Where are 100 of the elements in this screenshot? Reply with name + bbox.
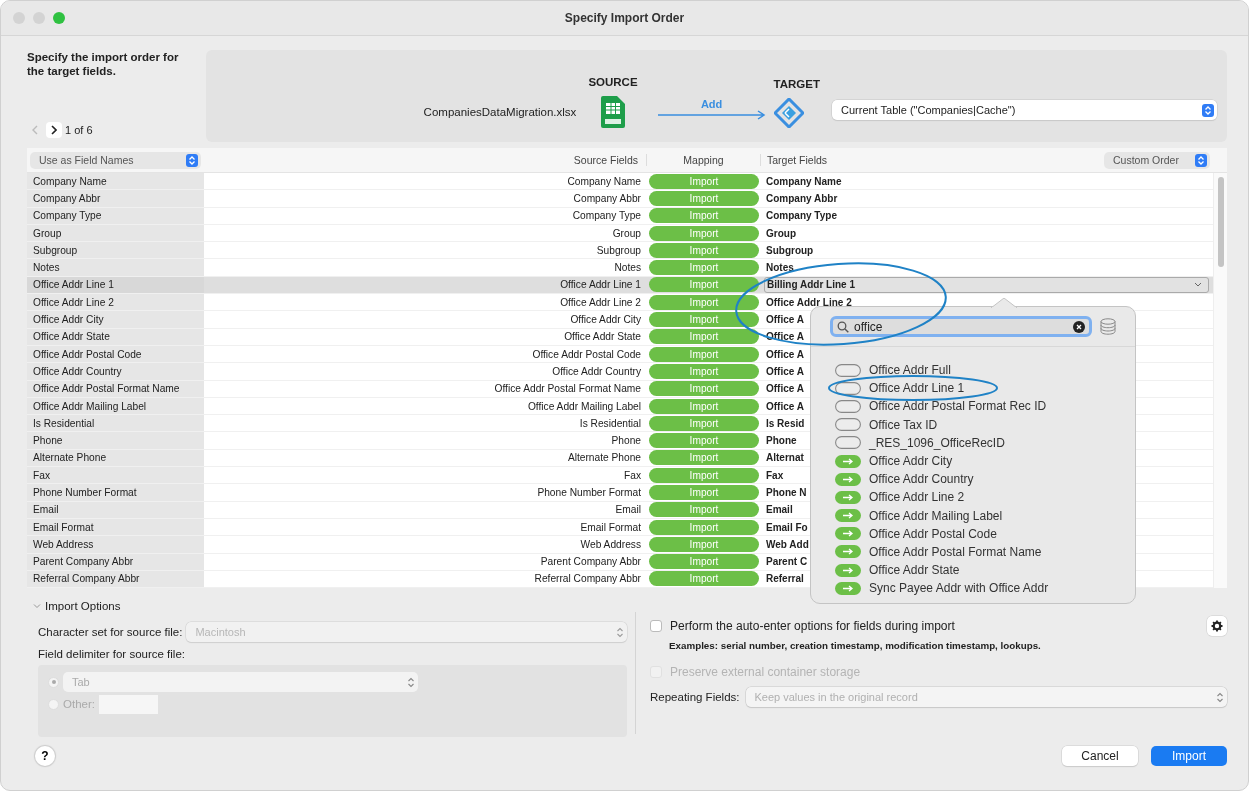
search-icon <box>837 320 849 333</box>
target-field-cell: Company Name <box>766 175 842 187</box>
field-name-cell: Subgroup <box>27 242 204 259</box>
arrow-toggle-icon[interactable] <box>835 490 861 504</box>
arrow-toggle-icon[interactable] <box>835 472 861 486</box>
empty-toggle-icon[interactable] <box>835 399 861 413</box>
field-name-cell: Phone Number Format <box>27 484 204 501</box>
source-field-cell-text: Office Addr State <box>563 331 642 343</box>
stepper-icon <box>407 676 415 688</box>
field-option[interactable]: Office Addr Full <box>869 363 951 378</box>
window-title: Specify Import Order <box>564 11 685 25</box>
zoom-button[interactable] <box>53 12 65 24</box>
source-field-cell-text: Company Type <box>571 210 642 222</box>
section-title: Import Options <box>45 600 121 612</box>
field-option[interactable]: Office Addr City <box>869 454 953 469</box>
source-field-cell-text: Office Addr Postal Format Name <box>493 383 642 395</box>
source-field-cell-text: Email Format <box>579 521 642 533</box>
scrollbar-thumb[interactable] <box>1217 177 1224 267</box>
target-field-cell: Office A <box>766 383 804 395</box>
field-name-cell: Web Address <box>27 536 204 553</box>
chevron-down-icon <box>1194 282 1202 288</box>
table-row[interactable]: Company Name Company Name Import Company Name <box>27 173 1213 191</box>
first-row-dropdown[interactable]: Use as Field Names <box>30 151 201 169</box>
column-header: Target Fields <box>767 154 828 166</box>
source-field-cell-text: Company Abbr <box>572 192 642 204</box>
arrow-toggle-icon[interactable] <box>835 454 861 468</box>
page-indicator: 1 of 6 <box>65 124 93 136</box>
spreadsheet-icon <box>600 96 625 128</box>
gear-icon <box>1211 620 1223 632</box>
target-table-dropdown[interactable]: Current Table ("Companies|Cache") <box>832 100 1217 120</box>
help-button[interactable]: ? <box>35 746 55 766</box>
diamond-logo-icon <box>773 98 804 128</box>
empty-toggle-icon[interactable] <box>835 363 861 377</box>
empty-toggle-icon[interactable] <box>835 418 861 432</box>
field-label: Repeating Fields: <box>650 691 740 703</box>
disclosure-icon[interactable] <box>33 602 41 610</box>
next-button[interactable] <box>46 122 62 138</box>
arrow-toggle-icon[interactable] <box>835 527 861 541</box>
table-row[interactable]: Notes Notes Import Notes <box>27 259 1213 277</box>
field-option[interactable]: _RES_1096_OfficeRecID <box>869 435 1005 450</box>
arrow-toggle-icon[interactable] <box>835 563 861 577</box>
target-field-cell: Parent C <box>766 556 808 568</box>
hint-text: Examples: serial number, creation timestamp, modification timestamp, lookups. <box>669 640 1042 651</box>
field-option[interactable]: Office Tax ID <box>869 417 938 432</box>
column-header: Source Fields <box>204 154 647 166</box>
source-field-cell-text: Alternate Phone <box>566 452 642 464</box>
source-field-cell-text: Referral Company Abbr <box>533 573 642 585</box>
target-field-cell: Web Add <box>766 538 809 550</box>
target-field-cell: Office A <box>766 400 804 412</box>
field-option[interactable]: Office Addr Postal Format Rec ID <box>869 399 1047 414</box>
table-row[interactable]: Group Group Import Group <box>27 224 1213 243</box>
chevron-right-icon <box>51 125 57 135</box>
target-field-cell: Office A <box>766 365 804 377</box>
search-field[interactable]: office <box>830 316 1092 337</box>
target-field-cell: Email Fo <box>766 521 808 533</box>
source-field-cell-text: Phone Number Format <box>536 487 642 498</box>
table-row[interactable]: Subgroup Subgroup Import Subgroup <box>27 242 1213 260</box>
order-dropdown[interactable]: Custom Order <box>1104 151 1210 169</box>
source-field-cell-text: Office Addr City <box>569 314 642 325</box>
arrow-toggle-icon[interactable] <box>835 581 861 595</box>
import-button[interactable]: Import <box>1151 746 1227 766</box>
field-option[interactable]: Office Addr Country <box>869 472 974 487</box>
table-row[interactable]: Company Abbr Company Abbr Import Company Abbr <box>27 190 1213 208</box>
arrow-icon <box>657 110 766 120</box>
target-field-cell: Company Type <box>766 210 837 222</box>
field-label: Field delimiter for source file: <box>37 648 186 660</box>
clear-icon[interactable] <box>1073 320 1085 333</box>
field-name-cell: Company Abbr <box>27 190 204 207</box>
target-field-cell: Notes <box>766 262 794 274</box>
field-name-cell: Is Residential <box>27 415 204 432</box>
arrow-toggle-icon[interactable] <box>835 545 861 559</box>
target-field-cell: Phone <box>766 435 797 447</box>
source-field-cell-text: Office Addr Postal Code <box>531 348 642 360</box>
checkbox[interactable] <box>650 620 662 632</box>
column-header: Mapping <box>647 154 761 166</box>
empty-toggle-icon[interactable] <box>835 381 861 395</box>
field-name-cell: Fax <box>27 467 204 484</box>
database-icon[interactable] <box>1100 318 1116 335</box>
source-file-name: CompaniesDataMigration.xlsx <box>423 106 577 120</box>
source-field-cell-text: Phone <box>610 435 642 447</box>
settings-button[interactable] <box>1207 616 1227 636</box>
field-name-cell: Company Name <box>27 173 204 190</box>
target-field-cell: Group <box>766 227 796 239</box>
cancel-button[interactable]: Cancel <box>1062 746 1138 766</box>
target-field-cell: Is Resid <box>766 417 805 429</box>
empty-toggle-icon[interactable] <box>835 436 861 450</box>
field-option[interactable]: Office Addr Line 1 <box>869 381 965 396</box>
field-label: Character set for source file: <box>38 626 183 638</box>
target-field-cell: Office Addr Line 2 <box>766 296 852 308</box>
target-field-cell: Subgroup <box>766 244 814 256</box>
target-field-cell: Email <box>766 504 793 516</box>
arrow-toggle-icon[interactable] <box>835 509 861 523</box>
stepper-icon <box>186 153 198 167</box>
stepper-icon <box>616 626 624 638</box>
field-name-cell: Phone <box>27 432 204 449</box>
target-field-cell: Phone N <box>766 487 807 498</box>
table-row[interactable]: Company Type Company Type Import Company Type <box>27 207 1213 225</box>
field-name-cell: Notes <box>27 259 204 276</box>
target-field-cell: Company Abbr <box>766 192 838 204</box>
source-field-cell-text: Web Address <box>579 538 642 550</box>
